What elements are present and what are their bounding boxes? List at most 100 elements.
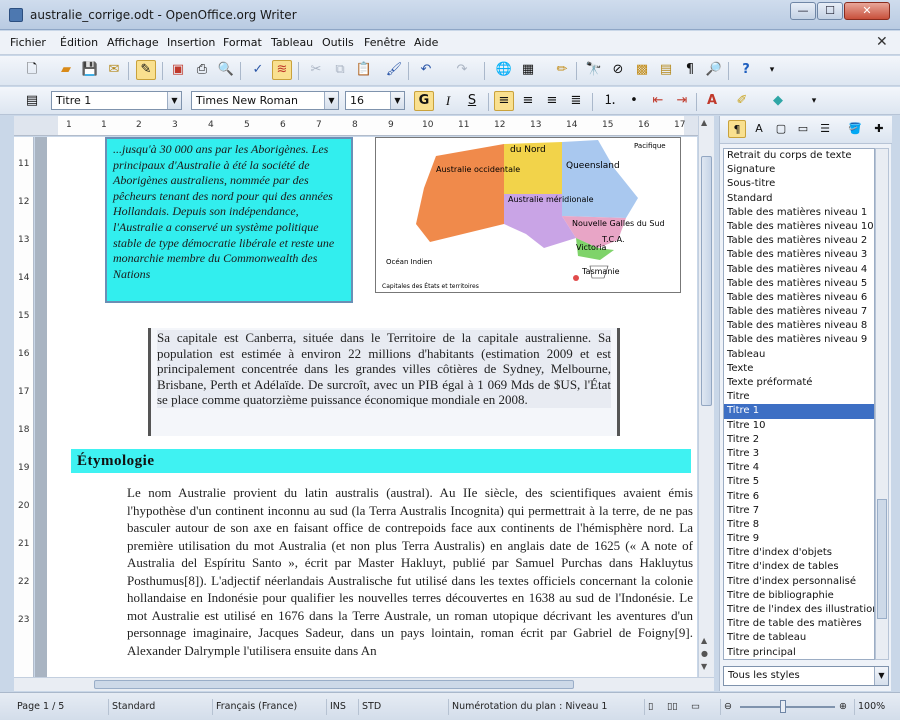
styles-formatting-icon[interactable]: ▤ (22, 91, 42, 111)
text-frame[interactable]: ...jusqu'à 30 000 ans par les Aborigènes… (105, 137, 353, 303)
etymology-paragraph[interactable]: Le nom Australie provient du latin austr… (127, 484, 693, 659)
single-page-view-icon[interactable]: ▯ (644, 699, 653, 715)
style-list-item[interactable]: Titre 4 (724, 461, 874, 475)
menu-insertion[interactable]: Insertion (167, 36, 215, 49)
style-list-item[interactable]: Titre de l'index des illustrations (724, 603, 874, 617)
fill-format-icon[interactable]: 🪣 (846, 120, 864, 138)
undo-icon[interactable]: ↶ (416, 60, 436, 80)
bullets-icon[interactable]: • (624, 91, 644, 111)
clone-formatting-icon[interactable]: 🖌 (384, 60, 404, 80)
gallery-icon[interactable]: ▩ (632, 60, 652, 80)
style-list-item[interactable]: Titre d'index d'objets (724, 546, 874, 560)
copy-icon[interactable]: ⧉ (330, 60, 350, 80)
justify-icon[interactable]: ≣ (566, 91, 586, 111)
paragraph-style-select[interactable]: Titre 1 ▼ (51, 91, 182, 110)
style-list-item[interactable]: Signature (724, 163, 874, 177)
style-list[interactable]: Retrait du corps de texte Signature Sous-t… (723, 148, 875, 660)
navigator-icon[interactable]: ⊘ (608, 60, 628, 80)
style-list-item[interactable]: Table des matières niveau 3 (724, 248, 874, 262)
style-list-item[interactable]: Titre 7 (724, 504, 874, 518)
font-size-select[interactable]: 16 ▼ (345, 91, 405, 110)
print-preview-icon[interactable]: 🔍 (216, 60, 236, 80)
save-icon[interactable]: 💾 (80, 60, 100, 80)
zoom-out-icon[interactable]: ⊖ (720, 699, 732, 715)
scrollbar-thumb[interactable] (701, 156, 712, 406)
align-right-icon[interactable]: ≡ (542, 91, 562, 111)
maximize-button[interactable]: ☐ (817, 2, 843, 20)
menu-outils[interactable]: Outils (322, 36, 354, 49)
style-list-item[interactable]: Table des matières niveau 4 (724, 263, 874, 277)
style-list-item[interactable]: Titre d'index de tables (724, 560, 874, 574)
style-list-item[interactable]: Titre de table des matières (724, 617, 874, 631)
style-list-item[interactable]: Tableau (724, 348, 874, 362)
style-filter-select[interactable]: Tous les styles ▼ (723, 666, 889, 686)
menu-fenetre[interactable]: Fenêtre (364, 36, 406, 49)
navigation-icon[interactable]: ● (701, 649, 708, 658)
book-view-icon[interactable]: ▭ (688, 699, 700, 715)
menu-format[interactable]: Format (223, 36, 262, 49)
capital-paragraph-frame[interactable]: Sa capitale est Canberra, située dans le… (148, 328, 620, 436)
zoom-slider-handle[interactable] (780, 700, 786, 713)
horizontal-ruler[interactable]: 1 1 2 3 4 5 6 7 8 9 10 11 12 13 14 15 16… (14, 116, 698, 136)
style-list-item[interactable]: Table des matières niveau 1 (724, 206, 874, 220)
decrease-indent-icon[interactable]: ⇤ (648, 91, 668, 111)
style-list-item[interactable]: Titre d'index personnalisé (724, 575, 874, 589)
style-list-item[interactable]: Titre principal (724, 646, 874, 659)
italic-button[interactable]: I (438, 91, 458, 111)
data-sources-icon[interactable]: ▤ (656, 60, 676, 80)
page-styles-icon[interactable]: ▭ (794, 120, 812, 138)
menu-fichier[interactable]: Fichier (10, 36, 46, 49)
toolbar-options-icon[interactable]: ▾ (762, 60, 782, 80)
style-list-item[interactable]: Table des matières niveau 6 (724, 291, 874, 305)
open-folder-icon[interactable]: ▰ (56, 60, 76, 80)
style-list-item[interactable]: Table des matières niveau 7 (724, 305, 874, 319)
scrollbar-thumb[interactable] (94, 680, 574, 689)
style-list-item[interactable]: Titre 9 (724, 532, 874, 546)
edit-mode-icon[interactable]: ✎ (136, 60, 156, 80)
style-list-item[interactable]: Titre 10 (724, 419, 874, 433)
table-icon[interactable]: ▦ (518, 60, 538, 80)
menu-aide[interactable]: Aide (414, 36, 438, 49)
increase-indent-icon[interactable]: ⇥ (672, 91, 692, 111)
redo-icon[interactable]: ↷ (452, 60, 472, 80)
style-list-item[interactable]: Titre 3 (724, 447, 874, 461)
horizontal-scrollbar[interactable] (14, 677, 714, 691)
multi-page-view-icon[interactable]: ▯▯ (664, 699, 677, 715)
new-style-icon[interactable]: ✚ (870, 120, 888, 138)
zoom-icon[interactable]: 🔎 (704, 60, 724, 80)
zoom-in-icon[interactable]: ⊕ (836, 699, 847, 715)
export-pdf-icon[interactable]: ▣ (168, 60, 188, 80)
email-icon[interactable]: ✉ (104, 60, 124, 80)
style-list-scrollbar[interactable] (875, 148, 889, 660)
print-icon[interactable]: ⎙ (192, 60, 212, 80)
style-list-item[interactable]: Titre 2 (724, 433, 874, 447)
character-styles-icon[interactable]: A (750, 120, 768, 138)
insert-mode-indicator[interactable]: INS (326, 699, 346, 715)
style-list-item[interactable]: Titre de tableau (724, 631, 874, 645)
australia-map-image[interactable]: du Nord Australie occidentale Queensland… (375, 137, 681, 293)
autospellcheck-icon[interactable]: ≋ (272, 60, 292, 80)
page-indicator[interactable]: Page 1 / 5 (14, 699, 64, 715)
style-list-item[interactable]: Retrait du corps de texte (724, 149, 874, 163)
language-indicator[interactable]: Français (France) (212, 699, 297, 715)
spellcheck-icon[interactable]: ✓ (248, 60, 268, 80)
zoom-slider[interactable] (740, 706, 835, 708)
toolbar-options-icon[interactable]: ▾ (804, 91, 824, 111)
underline-button[interactable]: S (462, 91, 482, 111)
font-name-select[interactable]: Times New Roman ▼ (191, 91, 339, 110)
menu-edition[interactable]: Édition (60, 36, 98, 49)
close-document-icon[interactable]: ✕ (876, 34, 888, 50)
paste-icon[interactable]: 📋 (354, 60, 374, 80)
help-icon[interactable]: ? (736, 60, 756, 80)
previous-page-icon[interactable]: ▲ (701, 636, 707, 645)
style-list-item[interactable]: Table des matières niveau 9 (724, 333, 874, 347)
minimize-button[interactable]: — (790, 2, 816, 20)
font-color-icon[interactable]: A (702, 91, 722, 111)
style-list-item[interactable]: Table des matières niveau 10 (724, 220, 874, 234)
style-list-item[interactable]: Texte préformaté (724, 376, 874, 390)
new-document-icon[interactable]: 🗋 (22, 60, 42, 80)
style-list-item[interactable]: Titre 8 (724, 518, 874, 532)
etymology-heading[interactable]: Étymologie (71, 449, 691, 473)
style-list-item[interactable]: Titre (724, 390, 874, 404)
next-page-icon[interactable]: ▼ (701, 662, 707, 671)
